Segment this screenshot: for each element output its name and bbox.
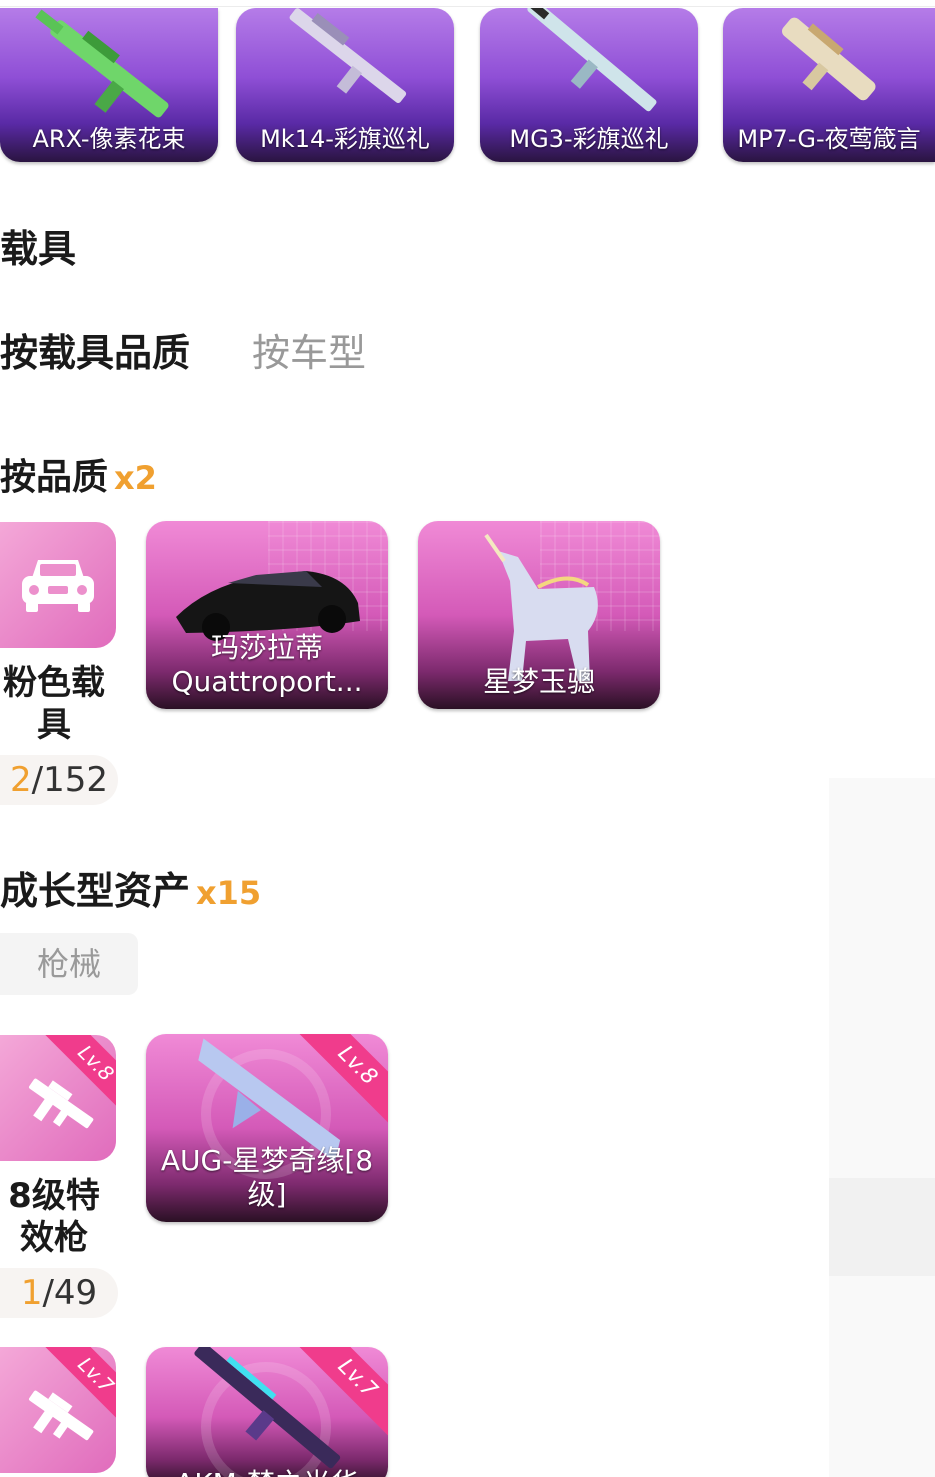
gun-card-aug[interactable]: Lv.8 AUG-星梦奇缘[8级] bbox=[146, 1034, 388, 1222]
weapon-name: MG3-彩旗巡礼 bbox=[509, 125, 669, 153]
section-count: x15 bbox=[196, 874, 262, 912]
weapon-card-mp7[interactable]: MP7-G-夜莺箴言 bbox=[723, 8, 935, 162]
owned-count: 1 bbox=[20, 1273, 43, 1313]
weapon-name: Mk14-彩旗巡礼 bbox=[260, 125, 430, 153]
top-divider bbox=[0, 6, 935, 7]
total-count: /49 bbox=[42, 1273, 98, 1313]
tab-by-model[interactable]: 按车型 bbox=[252, 322, 366, 377]
owned-count: 2 bbox=[10, 760, 32, 800]
group-title-text: 按品质 bbox=[0, 457, 109, 498]
vehicle-card-maserati[interactable]: 玛莎拉蒂Quattroport... bbox=[146, 521, 388, 709]
filter-chip-guns[interactable]: 枪械 bbox=[0, 933, 138, 995]
total-count: /152 bbox=[31, 760, 108, 800]
side-panel bbox=[829, 778, 935, 1477]
vehicle-name: 玛莎拉蒂Quattroport... bbox=[171, 631, 363, 698]
weapon-name: ARX-像素花束 bbox=[32, 125, 186, 153]
weapon-name: MP7-G-夜莺箴言 bbox=[737, 125, 921, 153]
section-title-vehicles: 载具 bbox=[0, 227, 77, 271]
gun-card-akm[interactable]: Lv.7 AKM-梦之光华 bbox=[146, 1347, 388, 1477]
car-icon bbox=[22, 560, 94, 612]
weapon-card-mk14[interactable]: Mk14-彩旗巡礼 bbox=[236, 8, 454, 162]
group-count: x2 bbox=[114, 459, 157, 497]
category-progress: 1/49 bbox=[0, 1268, 118, 1318]
section-title-text: 成长型资产 bbox=[0, 869, 191, 913]
vehicle-card-unicorn[interactable]: 星梦玉骢 bbox=[418, 521, 660, 709]
side-panel-highlight bbox=[829, 1178, 935, 1276]
gun-name: AKM-梦之光华 bbox=[146, 1467, 388, 1477]
category-tile-lv8-guns[interactable]: Lv.8 bbox=[0, 1035, 116, 1161]
category-name: 8级特效枪 bbox=[8, 1176, 100, 1258]
category-name: 粉色载具 bbox=[3, 663, 105, 745]
category-tile-pink-vehicle[interactable] bbox=[0, 522, 116, 648]
section-title-growth: 成长型资产 x15 bbox=[0, 860, 261, 915]
vehicle-name: 星梦玉骢 bbox=[482, 665, 595, 698]
tab-by-quality[interactable]: 按载具品质 bbox=[0, 322, 190, 377]
category-tile-lv7-guns[interactable]: Lv.7 bbox=[0, 1347, 116, 1473]
weapon-card-arx[interactable]: ARX-像素花束 bbox=[0, 8, 218, 162]
gun-name: AUG-星梦奇缘[8级] bbox=[160, 1144, 374, 1211]
group-title-quality: 按品质 x2 bbox=[0, 448, 157, 500]
category-progress: 2/152 bbox=[0, 755, 118, 805]
weapon-card-mg3[interactable]: MG3-彩旗巡礼 bbox=[480, 8, 698, 162]
